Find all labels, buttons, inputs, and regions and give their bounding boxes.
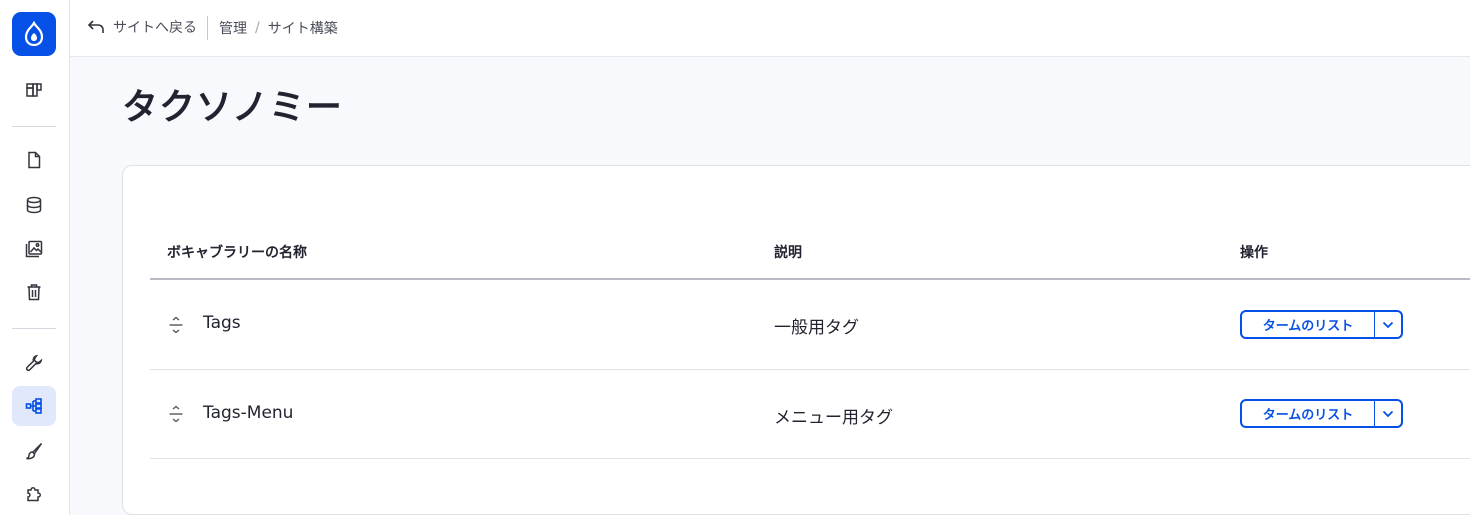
sidebar-divider [12, 126, 56, 127]
breadcrumb-separator: / [255, 20, 260, 36]
breadcrumb-item-structure[interactable]: サイト構築 [268, 18, 338, 38]
column-header-operations: 操作 [1240, 245, 1268, 261]
vocabulary-description: 一般用タグ [774, 318, 859, 338]
vocabulary-table-card: ボキャブラリーの名称 説明 操作 Tags 一般用タグ タームのリスト Tags… [122, 165, 1470, 515]
sidebar-divider [12, 328, 56, 329]
vocabulary-name: Tags-Menu [203, 403, 294, 423]
column-header-name: ボキャブラリーの名称 [167, 245, 307, 261]
list-terms-button[interactable]: タームのリスト [1242, 401, 1374, 426]
dropbutton-toggle[interactable] [1375, 401, 1401, 426]
operations-dropbutton: タームのリスト [1240, 399, 1403, 428]
drag-handle-icon[interactable] [168, 405, 184, 423]
topbar-divider [207, 16, 208, 40]
wrench-icon[interactable] [12, 343, 56, 383]
dropbutton-toggle[interactable] [1375, 312, 1401, 337]
vocabulary-description: メニュー用タグ [774, 408, 893, 428]
puzzle-icon[interactable] [12, 474, 56, 514]
back-to-site-label: サイトへ戻る [113, 20, 197, 36]
operations-dropbutton: タームのリスト [1240, 310, 1403, 339]
page-title: タクソノミー [122, 87, 343, 128]
structure-icon[interactable] [12, 386, 56, 426]
media-icon[interactable] [12, 229, 56, 269]
vocabulary-name: Tags [203, 313, 241, 333]
drag-handle-icon[interactable] [168, 316, 184, 334]
row-divider [150, 458, 1470, 459]
trash-icon[interactable] [12, 272, 56, 312]
breadcrumb-item-admin[interactable]: 管理 [219, 18, 247, 38]
row-divider [150, 369, 1470, 370]
brush-icon[interactable] [12, 431, 56, 471]
sidebar [0, 0, 70, 515]
breadcrumb: 管理 / サイト構築 [219, 18, 338, 38]
dashboard-icon[interactable] [12, 70, 56, 110]
chevron-down-icon [1382, 321, 1394, 328]
database-icon[interactable] [12, 185, 56, 225]
chevron-down-icon [1382, 410, 1394, 417]
list-terms-button[interactable]: タームのリスト [1242, 312, 1374, 337]
back-to-site-link[interactable]: サイトへ戻る [87, 17, 197, 37]
column-header-description: 説明 [774, 245, 802, 261]
content-icon[interactable] [12, 140, 56, 180]
top-bar: サイトへ戻る 管理 / サイト構築 [70, 0, 1470, 57]
undo-arrow-icon [87, 20, 104, 33]
drupal-logo-icon[interactable] [12, 12, 56, 56]
table-header-divider [150, 278, 1470, 280]
